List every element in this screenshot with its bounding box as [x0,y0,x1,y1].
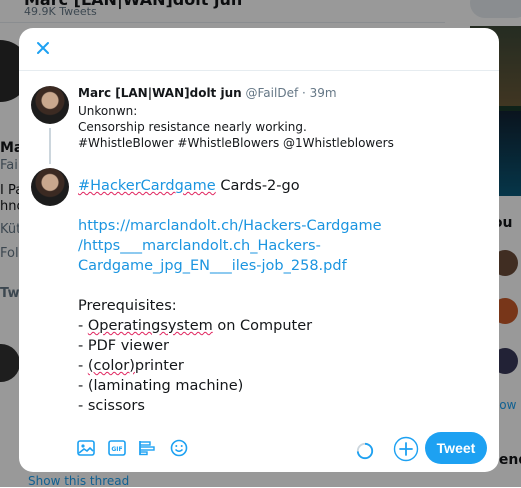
close-button[interactable] [31,36,55,60]
prereq-title: Prerequisites: [78,298,177,314]
hashtag[interactable]: #HackerCardgame [78,178,216,194]
prereq-item: - Operatingsystem on Computer [78,318,313,334]
add-tweet-button[interactable] [393,436,419,462]
prereq-item: - scissors [78,398,145,414]
compose-modal: Marc [LAN|WAN]dolt jun @FailDef · 39m Un… [19,28,499,472]
emoji-icon[interactable] [169,438,189,458]
quoted-tweet-time: 39m [309,86,337,100]
compose-text: Cards-2-go [215,178,300,194]
compose-toolbar: GIF Tweet [19,432,499,464]
quoted-author-avatar[interactable] [31,86,69,124]
quoted-text-line: #WhistleBlower #WhistleBlowers @1Whistle… [78,136,394,150]
character-count-ring-icon [356,442,374,460]
separator-dot: · [302,86,306,100]
quoted-tweet-header: Marc [LAN|WAN]dolt jun @FailDef · 39m [78,86,337,100]
quoted-text-line: Unkonwn: [78,104,138,118]
url-line[interactable]: /https___marclandolt.ch_Hackers- [78,236,398,256]
prereq-item: - (color)printer [78,358,184,374]
poll-icon[interactable] [137,438,157,458]
quoted-tweet-text: Unkonwn: Censorship resistance nearly wo… [78,103,394,151]
user-avatar[interactable] [31,168,69,206]
quoted-text-line: Censorship resistance nearly working. [78,120,307,134]
spell-flagged-word: Operatingsystem [87,318,213,334]
quoted-author-handle[interactable]: @FailDef [246,86,299,100]
url-line[interactable]: https://marclandolt.ch/Hackers-Cardgame [78,216,398,236]
url-line[interactable]: Cardgame_jpg_EN___iles-job_258.pdf [78,256,398,276]
prereq-item: - (laminating machine) [78,378,244,394]
prereq-item: - PDF viewer [78,338,169,354]
quoted-author-name[interactable]: Marc [LAN|WAN]dolt jun [78,86,242,100]
thread-connector [49,128,51,164]
spell-flagged-word: (color) [87,358,135,374]
tweet-compose-textarea[interactable]: #HackerCardgame Cards-2-go https://marcl… [78,176,398,416]
modal-divider [19,70,499,71]
svg-text:GIF: GIF [111,446,122,453]
compose-line: #HackerCardgame Cards-2-go [78,176,398,196]
tweet-button[interactable]: Tweet [425,432,487,464]
image-icon[interactable] [76,438,96,458]
gif-icon[interactable]: GIF [107,438,127,458]
close-icon [37,42,49,54]
